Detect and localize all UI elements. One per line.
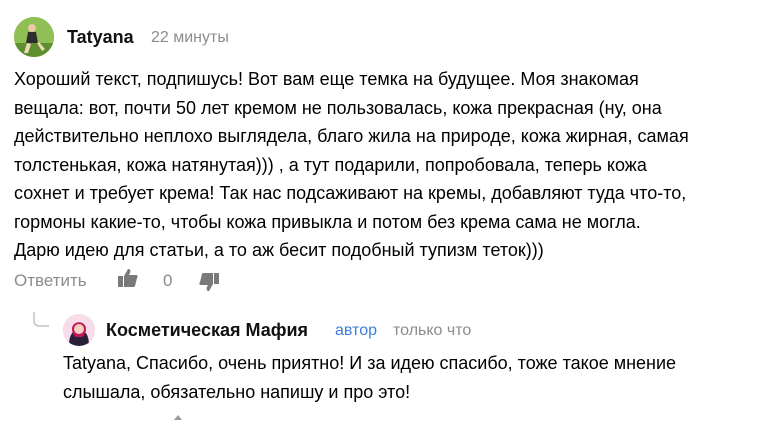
reply-timestamp: только что xyxy=(393,322,472,339)
caret-up-icon xyxy=(174,415,182,420)
comment-actions: Ответить 0 xyxy=(14,267,274,293)
comment-timestamp: 22 минуты xyxy=(151,29,229,46)
reply-connector-icon xyxy=(33,312,49,327)
reply-text: Tatyana, Спасибо, очень приятно! И за ид… xyxy=(63,353,677,402)
author-badge: автор xyxy=(335,322,377,339)
thumbs-up-icon[interactable] xyxy=(117,267,139,291)
avatar-photo-icon xyxy=(63,314,95,346)
avatar[interactable] xyxy=(14,17,54,57)
comment-text: Хороший текст, подпишусь! Вот вам еще те… xyxy=(14,69,689,260)
thumbs-down-icon[interactable] xyxy=(198,271,220,295)
avatar-photo-icon xyxy=(14,17,54,57)
reply-author[interactable]: Косметическая Мафия xyxy=(106,320,308,341)
rating-count: 0 xyxy=(163,271,173,290)
reply-avatar[interactable] xyxy=(63,314,95,346)
reply-button[interactable]: Ответить xyxy=(14,271,87,291)
comment-author[interactable]: Tatyana xyxy=(67,27,134,48)
